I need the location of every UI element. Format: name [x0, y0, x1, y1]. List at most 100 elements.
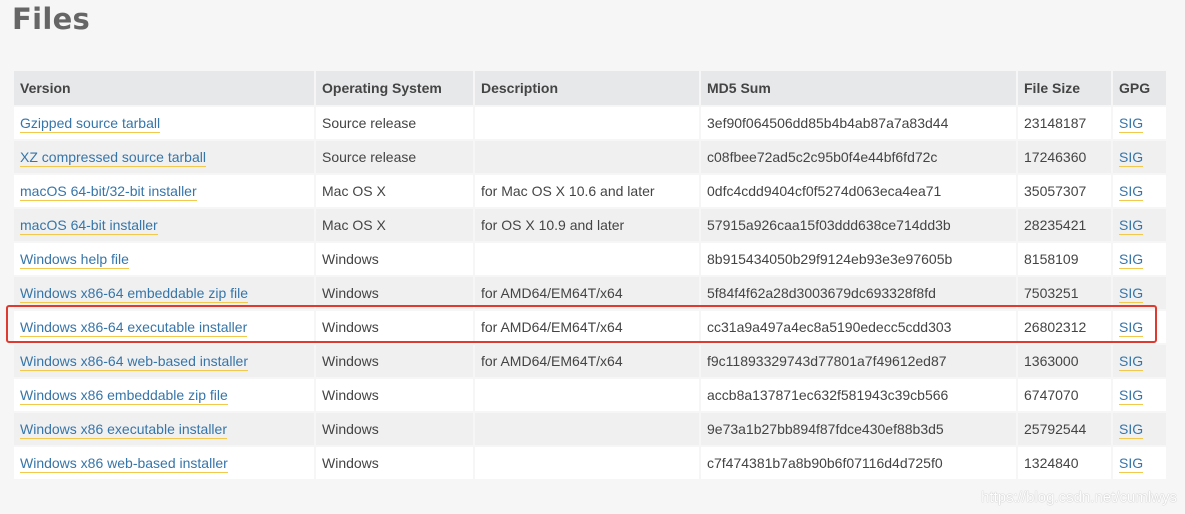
md5-cell: cc31a9a497a4ec8a5190edecc5cdd303 — [701, 311, 1016, 343]
file-size-cell: 1324840 — [1018, 447, 1111, 479]
column-header-file-size: File Size — [1018, 71, 1111, 105]
version-cell: macOS 64-bit installer — [14, 209, 314, 241]
table-row: Windows x86-64 executable installer Windo… — [14, 311, 1166, 343]
md5-cell: 3ef90f064506dd85b4b4ab87a7a83d44 — [701, 107, 1016, 139]
column-header-md5-sum: MD5 Sum — [701, 71, 1016, 105]
version-link[interactable]: macOS 64-bit/32-bit installer — [20, 183, 197, 201]
file-size-cell: 17246360 — [1018, 141, 1111, 173]
table-row: Windows x86 executable installer Windows 9… — [14, 413, 1166, 445]
gpg-cell: SIG — [1113, 311, 1166, 343]
file-size-cell: 8158109 — [1018, 243, 1111, 275]
description-cell — [475, 413, 699, 445]
description-cell: for AMD64/EM64T/x64 — [475, 277, 699, 309]
os-cell: Windows — [316, 243, 473, 275]
version-link[interactable]: Windows x86 executable installer — [20, 421, 227, 439]
version-cell: Gzipped source tarball — [14, 107, 314, 139]
version-link[interactable]: Windows x86 web-based installer — [20, 455, 228, 473]
version-cell: Windows help file — [14, 243, 314, 275]
file-size-cell: 1363000 — [1018, 345, 1111, 377]
sig-link[interactable]: SIG — [1119, 149, 1144, 167]
gpg-cell: SIG — [1113, 413, 1166, 445]
os-cell: Windows — [316, 277, 473, 309]
description-cell: for AMD64/EM64T/x64 — [475, 311, 699, 343]
description-cell: for AMD64/EM64T/x64 — [475, 345, 699, 377]
os-cell: Mac OS X — [316, 175, 473, 207]
version-cell: macOS 64-bit/32-bit installer — [14, 175, 314, 207]
sig-link[interactable]: SIG — [1119, 115, 1144, 133]
version-cell: Windows x86 executable installer — [14, 413, 314, 445]
sig-link[interactable]: SIG — [1119, 387, 1144, 405]
sig-link[interactable]: SIG — [1119, 183, 1144, 201]
md5-cell: accb8a137871ec632f581943c39cb566 — [701, 379, 1016, 411]
file-size-cell: 23148187 — [1018, 107, 1111, 139]
os-cell: Windows — [316, 311, 473, 343]
description-cell — [475, 243, 699, 275]
column-header-gpg: GPG — [1113, 71, 1166, 105]
file-size-cell: 26802312 — [1018, 311, 1111, 343]
table-row: Gzipped source tarball Source release 3ef9… — [14, 107, 1166, 139]
version-cell: XZ compressed source tarball — [14, 141, 314, 173]
watermark: https://blog.csdn.net/cumlwys — [981, 489, 1177, 506]
version-link[interactable]: Windows help file — [20, 251, 129, 269]
gpg-cell: SIG — [1113, 175, 1166, 207]
description-cell: for Mac OS X 10.6 and later — [475, 175, 699, 207]
sig-link[interactable]: SIG — [1119, 319, 1144, 337]
version-cell: Windows x86 embeddable zip file — [14, 379, 314, 411]
description-cell — [475, 141, 699, 173]
gpg-cell: SIG — [1113, 379, 1166, 411]
gpg-cell: SIG — [1113, 277, 1166, 309]
gpg-cell: SIG — [1113, 107, 1166, 139]
description-cell — [475, 447, 699, 479]
gpg-cell: SIG — [1113, 209, 1166, 241]
sig-link[interactable]: SIG — [1119, 421, 1144, 439]
file-size-cell: 35057307 — [1018, 175, 1111, 207]
version-link[interactable]: Windows x86-64 executable installer — [20, 319, 248, 337]
md5-cell: f9c11893329743d77801a7f49612ed87 — [701, 345, 1016, 377]
md5-cell: 5f84f4f62a28d3003679dc693328f8fd — [701, 277, 1016, 309]
os-cell: Source release — [316, 141, 473, 173]
table-row: macOS 64-bit installer Mac OS Xfor OS X 1… — [14, 209, 1166, 241]
column-header-operating-system: Operating System — [316, 71, 473, 105]
table-body: Gzipped source tarball Source release 3ef9… — [14, 107, 1166, 479]
version-link[interactable]: Windows x86 embeddable zip file — [20, 387, 228, 405]
table-row: Windows x86-64 embeddable zip file Window… — [14, 277, 1166, 309]
sig-link[interactable]: SIG — [1119, 217, 1144, 235]
md5-cell: 9e73a1b27bb894f87fdce430ef88b3d5 — [701, 413, 1016, 445]
md5-cell: c7f474381b7a8b90b6f07116d4d725f0 — [701, 447, 1016, 479]
file-size-cell: 7503251 — [1018, 277, 1111, 309]
table-row: Windows help file Windows 8b915434050b29f9… — [14, 243, 1166, 275]
description-cell — [475, 107, 699, 139]
gpg-cell: SIG — [1113, 345, 1166, 377]
version-link[interactable]: XZ compressed source tarball — [20, 149, 206, 167]
description-cell — [475, 379, 699, 411]
column-header-version: Version — [14, 71, 314, 105]
os-cell: Windows — [316, 447, 473, 479]
table-row: XZ compressed source tarball Source relea… — [14, 141, 1166, 173]
version-link[interactable]: Windows x86-64 web-based installer — [20, 353, 248, 371]
sig-link[interactable]: SIG — [1119, 285, 1144, 303]
sig-link[interactable]: SIG — [1119, 251, 1144, 269]
os-cell: Source release — [316, 107, 473, 139]
version-cell: Windows x86-64 executable installer — [14, 311, 314, 343]
version-link[interactable]: Gzipped source tarball — [20, 115, 161, 133]
os-cell: Windows — [316, 345, 473, 377]
gpg-cell: SIG — [1113, 447, 1166, 479]
md5-cell: 0dfc4cdd9404cf0f5274d063eca4ea71 — [701, 175, 1016, 207]
table-row: Windows x86 embeddable zip file Windows ac… — [14, 379, 1166, 411]
page-title: Files — [12, 2, 91, 36]
version-cell: Windows x86 web-based installer — [14, 447, 314, 479]
version-cell: Windows x86-64 web-based installer — [14, 345, 314, 377]
table-row: Windows x86-64 web-based installer Window… — [14, 345, 1166, 377]
version-link[interactable]: Windows x86-64 embeddable zip file — [20, 285, 249, 303]
version-cell: Windows x86-64 embeddable zip file — [14, 277, 314, 309]
os-cell: Mac OS X — [316, 209, 473, 241]
md5-cell: 57915a926caa15f03ddd638ce714dd3b — [701, 209, 1016, 241]
file-size-cell: 25792544 — [1018, 413, 1111, 445]
table-header-row: Version Operating System Description MD5… — [14, 71, 1166, 105]
table-row: macOS 64-bit/32-bit installer Mac OS Xfor… — [14, 175, 1166, 207]
md5-cell: c08fbee72ad5c2c95b0f4e44bf6fd72c — [701, 141, 1016, 173]
sig-link[interactable]: SIG — [1119, 455, 1144, 473]
table-row: Windows x86 web-based installer Windows c7… — [14, 447, 1166, 479]
sig-link[interactable]: SIG — [1119, 353, 1144, 371]
version-link[interactable]: macOS 64-bit installer — [20, 217, 158, 235]
